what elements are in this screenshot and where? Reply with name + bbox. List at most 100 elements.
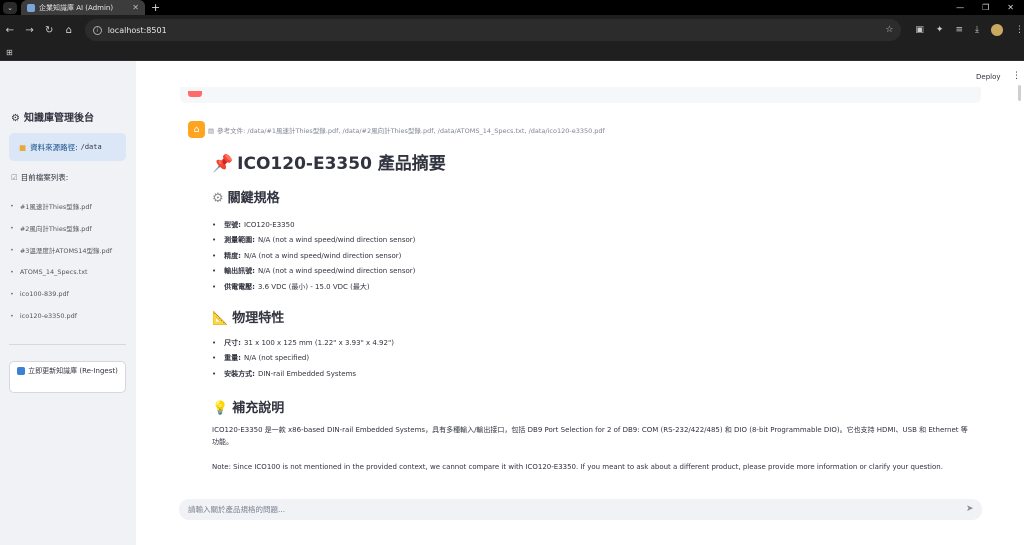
list-item: ico120-e3350.pdf: [10, 305, 134, 327]
app-menu-icon[interactable]: ⋮: [1012, 71, 1021, 81]
list-item: 重量:N/A (not specified): [212, 351, 394, 367]
tab-search-icon[interactable]: ⌄: [3, 1, 17, 14]
minimize-icon[interactable]: —: [956, 3, 964, 12]
spec-key: 型號:: [224, 220, 241, 229]
address-bar[interactable]: i localhost:8501 ☆: [84, 19, 902, 41]
specs-heading: ⚙ 關鍵規格: [212, 187, 280, 206]
bookmarks-bar: ⊞: [0, 45, 1024, 61]
data-source-label: 資料來源路徑:: [30, 142, 78, 152]
gear-icon: ⚙: [212, 191, 224, 206]
browser-menu-icon[interactable]: ⋮: [1015, 25, 1024, 35]
files-header-text: 目前檔案列表:: [20, 173, 69, 182]
browser-tab[interactable]: 企業知識庫 AI (Admin) ✕: [21, 0, 145, 15]
sidebar: ⚙知識庫管理後台 ■ 資料來源路徑: /data ☑目前檔案列表: #1風速計T…: [0, 61, 136, 545]
tab-close-icon[interactable]: ✕: [132, 3, 139, 12]
site-info-icon[interactable]: i: [92, 25, 102, 35]
spec-value: N/A (not a wind speed/wind direction sen…: [243, 251, 402, 260]
physical-heading-text: 物理特性: [232, 311, 285, 326]
scrollbar-thumb[interactable]: [1018, 85, 1021, 101]
list-item: 精度:N/A (not a wind speed/wind direction …: [212, 248, 415, 264]
triangle-ruler-icon: 📐: [212, 311, 229, 326]
file-list: #1風速計Thies型錄.pdf #2風向計Thies型錄.pdf #3溫溼度計…: [10, 195, 134, 327]
list-item: 輸出訊號:N/A (not a wind speed/wind directio…: [212, 264, 415, 280]
main-content: Deploy ⋮ ⌂ ▤ 參考文件: /data/#1風速計Thies型錄.pdf…: [136, 61, 1024, 545]
extension-icon[interactable]: ▣: [915, 25, 924, 35]
browser-tabbar: ⌄ 企業知識庫 AI (Admin) ✕ + — ❐ ✕: [0, 0, 1024, 15]
sidebar-title-text: 知識庫管理後台: [23, 113, 94, 124]
pushpin-icon: 📌: [212, 154, 234, 174]
deploy-button[interactable]: Deploy: [976, 73, 1001, 81]
spec-value: N/A (not a wind speed/wind direction sen…: [257, 267, 416, 276]
spec-key: 重量:: [224, 354, 241, 363]
url-text: localhost:8501: [107, 25, 167, 35]
reingest-label: 立即更新知識庫 (Re-Ingest): [28, 367, 118, 375]
reading-list-icon[interactable]: ≡: [955, 25, 963, 35]
tab-title: 企業知識庫 AI (Admin): [39, 3, 114, 12]
notes-heading-text: 補充說明: [232, 401, 285, 416]
spec-key: 測量範圍:: [224, 236, 255, 245]
spec-value: ICO120-E3350: [243, 220, 295, 229]
spec-value: DIN-rail Embedded Systems: [257, 369, 357, 378]
reference-files-text: 參考文件: /data/#1風速計Thies型錄.pdf, /data/#2風向…: [217, 127, 605, 135]
spec-key: 供電電壓:: [224, 282, 255, 291]
data-source-info: ■ 資料來源路徑: /data: [9, 133, 126, 161]
spec-key: 尺寸:: [224, 338, 241, 347]
restore-icon[interactable]: ❐: [982, 3, 989, 12]
tab-favicon-icon: [27, 3, 35, 12]
spec-value: N/A (not a wind speed/wind direction sen…: [257, 236, 416, 245]
bookmark-star-icon[interactable]: ☆: [885, 25, 893, 35]
close-window-icon[interactable]: ✕: [1007, 3, 1014, 12]
assistant-avatar-icon: ⌂: [188, 121, 205, 138]
list-item: 安裝方式:DIN-rail Embedded Systems: [212, 366, 394, 382]
list-item: 供電電壓:3.6 VDC (最小) - 15.0 VDC (最大): [212, 279, 415, 295]
reload-icon[interactable]: ↻: [39, 25, 59, 36]
profile-avatar-icon[interactable]: [991, 24, 1003, 36]
previous-user-message: [180, 87, 981, 103]
list-item: ico100-839.pdf: [10, 283, 134, 305]
files-header: ☑ 目前檔案列表:: [11, 172, 68, 183]
lightbulb-icon: 💡: [212, 401, 229, 416]
physical-heading: 📐 物理特性: [212, 307, 284, 326]
summary-title: 📌 ICO120-E3350 產品摘要: [212, 149, 446, 174]
refresh-icon: [17, 367, 26, 375]
sidebar-divider: [9, 344, 126, 345]
notes-heading: 💡 補充說明: [212, 397, 284, 416]
note-paragraph: ICO120-E3350 是一款 x86-based DIN-rail Embe…: [212, 426, 968, 446]
spec-key: 輸出訊號:: [224, 267, 255, 276]
chat-input-container: ➤: [179, 499, 982, 520]
reference-files: ▤ 參考文件: /data/#1風速計Thies型錄.pdf, /data/#2風…: [208, 125, 605, 135]
window-controls: — ❐ ✕: [956, 3, 1014, 12]
books-icon: ▤: [208, 127, 215, 135]
extensions-area: ▣ ✦ ≡ ⤓ ⋮: [915, 24, 1024, 36]
list-item: ATOMS_14_Specs.txt: [10, 261, 134, 283]
folder-icon: ■: [19, 142, 27, 152]
list-item: 測量範圍:N/A (not a wind speed/wind directio…: [212, 233, 415, 249]
spec-value: N/A (not specified): [243, 354, 310, 363]
spec-value: 3.6 VDC (最小) - 15.0 VDC (最大): [257, 282, 370, 291]
list-item: #2風向計Thies型錄.pdf: [10, 217, 134, 239]
sidebar-title: ⚙ 知識庫管理後台: [11, 109, 94, 124]
spec-key: 精度:: [224, 251, 241, 260]
spec-value: 31 x 100 x 125 mm (1.22" x 3.93" x 4.92"…: [243, 338, 394, 347]
new-tab-icon[interactable]: +: [151, 1, 160, 14]
apps-grid-icon[interactable]: ⊞: [6, 48, 13, 57]
reingest-button[interactable]: 立即更新知識庫 (Re-Ingest): [9, 361, 126, 393]
downloads-icon[interactable]: ⤓: [975, 25, 979, 35]
checkbox-icon: ☑: [11, 173, 18, 182]
specs-heading-text: 關鍵規格: [227, 191, 280, 206]
puzzle-icon[interactable]: ✦: [936, 25, 944, 35]
list-item: 型號:ICO120-E3350: [212, 217, 415, 233]
send-icon[interactable]: ➤: [966, 504, 976, 514]
gear-icon: ⚙: [11, 113, 20, 124]
summary-title-text: ICO120-E3350 產品摘要: [237, 154, 446, 174]
home-icon[interactable]: ⌂: [59, 25, 79, 36]
note-paragraph: Note: Since ICO100 is not mentioned in t…: [212, 463, 943, 471]
browser-toolbar: ← → ↻ ⌂ i localhost:8501 ☆ ▣ ✦ ≡ ⤓ ⋮: [0, 15, 1024, 45]
forward-icon[interactable]: →: [20, 25, 40, 36]
back-icon[interactable]: ←: [0, 25, 20, 36]
spec-key: 安裝方式:: [224, 369, 255, 378]
user-avatar-icon: [188, 91, 202, 97]
specs-list: 型號:ICO120-E3350 測量範圍:N/A (not a wind spe…: [212, 217, 415, 295]
list-item: 尺寸:31 x 100 x 125 mm (1.22" x 3.93" x 4.…: [212, 335, 394, 351]
chat-input[interactable]: [188, 505, 948, 514]
